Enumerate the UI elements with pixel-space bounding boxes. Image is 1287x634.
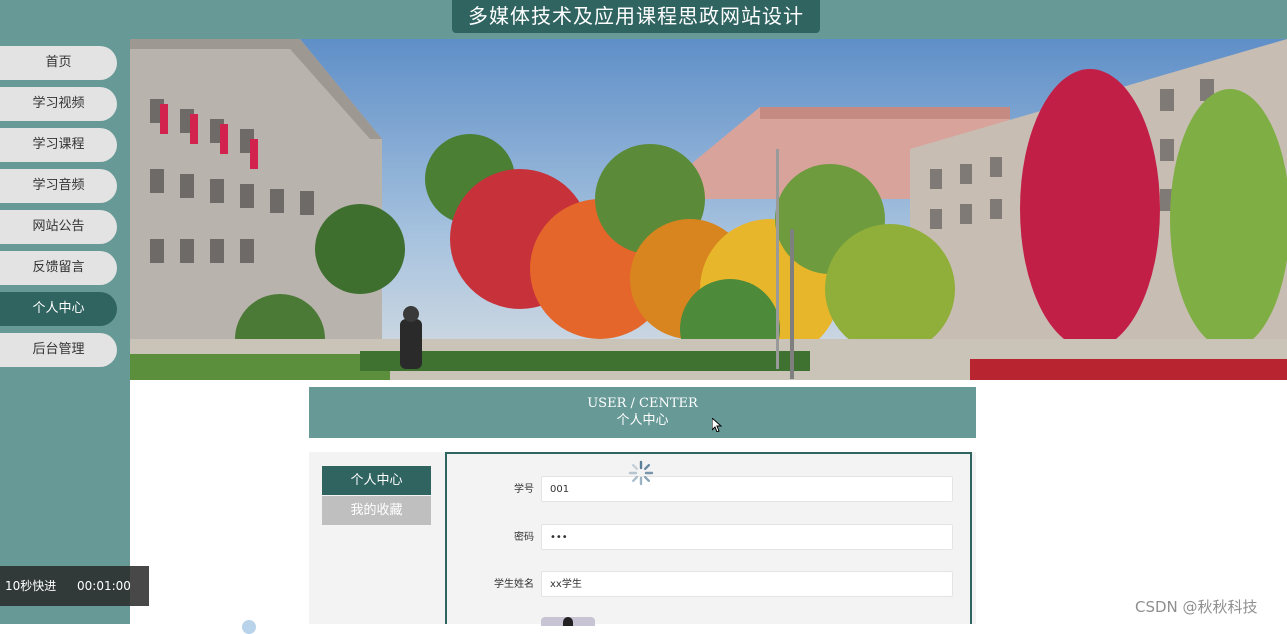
password-input[interactable]: ••• — [541, 524, 953, 550]
student-name-label: 学生姓名 — [494, 579, 534, 590]
nav-item-announcements[interactable]: 网站公告 — [0, 210, 117, 244]
nav-item-feedback[interactable]: 反馈留言 — [0, 251, 117, 285]
profile-form: 学号 001 密码 ••• 学生姓名 xx学生 — [445, 452, 972, 626]
partial-decor-circle — [242, 620, 256, 634]
tab-my-favorites[interactable]: 我的收藏 — [322, 496, 431, 525]
password-label: 密码 — [514, 532, 534, 543]
user-center-header: USER / CENTER 个人中心 — [309, 387, 976, 438]
nav-item-user-center[interactable]: 个人中心 — [0, 292, 117, 326]
tab-user-center[interactable]: 个人中心 — [322, 466, 431, 495]
nav-item-admin[interactable]: 后台管理 — [0, 333, 117, 367]
sidebar-nav: 首页 学习视频 学习课程 学习音频 网站公告 反馈留言 个人中心 后台管理 — [0, 39, 130, 624]
campus-banner-image — [130, 39, 1287, 380]
nav-item-study-courses[interactable]: 学习课程 — [0, 128, 117, 162]
mouse-cursor-icon — [712, 418, 722, 432]
student-id-input[interactable]: 001 — [541, 476, 953, 502]
avatar[interactable] — [541, 617, 595, 626]
video-timestamp: 00:01:00 — [77, 579, 131, 593]
fast-forward-button[interactable]: 10秒快进 — [5, 566, 56, 606]
watermark: CSDN @秋秋科技 — [1135, 598, 1258, 616]
user-center-title-en: USER / CENTER — [587, 396, 698, 411]
nav-item-home[interactable]: 首页 — [0, 46, 117, 80]
site-title: 多媒体技术及应用课程思政网站设计 — [452, 0, 820, 33]
student-id-label: 学号 — [514, 484, 534, 495]
nav-item-study-videos[interactable]: 学习视频 — [0, 87, 117, 121]
video-overlay: 10秒快进 00:01:00 — [0, 566, 149, 606]
form-row-student-id: 学号 001 — [447, 476, 970, 504]
student-name-input[interactable]: xx学生 — [541, 571, 953, 597]
form-row-password: 密码 ••• — [447, 524, 970, 552]
spinner-icon — [628, 460, 654, 486]
top-header-bar: 多媒体技术及应用课程思政网站设计 — [0, 0, 1287, 39]
user-center-title-cn: 个人中心 — [616, 413, 669, 428]
nav-item-study-audio[interactable]: 学习音频 — [0, 169, 117, 203]
form-row-student-name: 学生姓名 xx学生 — [447, 571, 970, 599]
